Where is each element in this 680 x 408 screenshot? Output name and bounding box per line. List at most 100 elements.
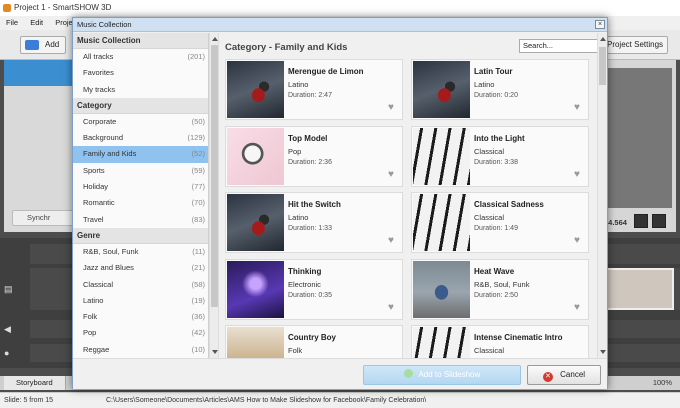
heart-icon[interactable]: ♥ [386, 169, 396, 179]
track-card[interactable]: Country BoyFolkDuration: 2:27♥ [225, 325, 403, 358]
menu-file[interactable]: File [6, 18, 18, 27]
sidebar-item[interactable]: Background (129) [73, 130, 208, 146]
track-info: Thinking Electronic Duration: 0:35 [288, 267, 384, 299]
scroll-up-icon[interactable] [212, 37, 218, 41]
track-content: Category - Family and Kids Search... Mer… [221, 33, 607, 358]
sidebar-item-count: (77) [191, 182, 205, 192]
track-thumbnail [413, 194, 470, 251]
sidebar-item-label: Pop [83, 328, 97, 338]
sidebar-item[interactable]: Corporate (50) [73, 114, 208, 130]
track-thumbnail [413, 327, 470, 358]
sidebar-item-label: Romantic [83, 198, 115, 208]
sidebar-item[interactable]: Sports (59) [73, 163, 208, 179]
scroll-down-icon[interactable] [600, 350, 606, 354]
track-card[interactable]: Intense Cinematic IntroClassicalDuration… [411, 325, 589, 358]
status-path: C:\Users\Someone\Documents\Articles\AMS … [106, 397, 427, 404]
fullscreen-icon[interactable] [652, 214, 666, 228]
sidebar-item-label: Latino [83, 295, 104, 305]
content-scrollbar[interactable] [597, 33, 607, 358]
sidebar-item[interactable]: My tracks [73, 82, 208, 98]
sidebar: Music Collection All tracks (201) Favorites… [73, 33, 209, 358]
track-card[interactable]: Into the Light Classical Duration: 3:38 ♥ [411, 125, 589, 187]
app-titlebar: Project 1 - SmartSHOW 3D [0, 0, 680, 16]
sidebar-scrollbar[interactable] [209, 33, 219, 358]
sidebar-item-label: All tracks [83, 52, 114, 61]
music-collection-dialog: Music Collection × Music Collection All t… [72, 17, 608, 389]
track-genre: Latino [288, 80, 309, 89]
sidebar-item-count: (11) [192, 246, 205, 256]
project-settings-button[interactable]: Project Settings [602, 36, 668, 54]
scroll-up-icon[interactable] [600, 37, 606, 41]
heart-icon[interactable]: ♥ [386, 103, 396, 113]
track-duration: Duration: 1:33 [288, 225, 332, 232]
sidebar-item[interactable]: Family and Kids (52) [73, 146, 208, 163]
track-duration: Duration: 2:36 [288, 158, 332, 166]
audio-track-icon: ◀ [4, 324, 11, 334]
track-card[interactable]: Top Model Pop Duration: 2:36 ♥ [225, 125, 403, 187]
zoom-level: 100% [652, 378, 672, 387]
heart-icon[interactable]: ♥ [386, 302, 396, 312]
track-duration: Duration: 3:38 [474, 158, 518, 166]
sidebar-item-label: Classical [83, 279, 114, 289]
track-card[interactable]: Classical Sadness Classical Duration: 1:49… [411, 192, 589, 253]
track-title: Merengue de Limon [288, 67, 364, 76]
sidebar-item[interactable]: Holiday (77) [73, 179, 208, 195]
track-thumbnail [227, 327, 284, 358]
sidebar-item[interactable]: Favorites [73, 65, 208, 81]
sidebar-heading: Music Collection [73, 33, 208, 49]
sidebar-item[interactable]: Romantic (70) [73, 195, 208, 211]
add-to-slideshow-button[interactable]: Add to Slideshow [363, 365, 521, 385]
heart-icon[interactable]: ♥ [572, 103, 582, 113]
sidebar-item[interactable]: Pop (42) [73, 325, 208, 341]
track-title: Classical Sadness [474, 200, 544, 209]
snapshot-icon[interactable] [634, 214, 648, 228]
track-card[interactable]: Thinking Electronic Duration: 0:35 ♥ [225, 258, 403, 320]
heart-icon[interactable]: ♥ [572, 302, 582, 312]
sidebar-item[interactable]: Folk (36) [73, 309, 208, 325]
app-logo-icon [3, 4, 11, 12]
search-input[interactable]: Search... [519, 39, 601, 53]
scroll-down-icon[interactable] [212, 350, 218, 354]
sidebar-item[interactable]: Reggae (10) [73, 342, 208, 358]
heart-icon[interactable]: ♥ [572, 169, 582, 179]
track-card[interactable]: Hit the Switch Latino Duration: 1:33 ♥ [225, 192, 403, 253]
storyboard-tab[interactable]: Storyboard [4, 376, 66, 390]
menu-edit[interactable]: Edit [30, 18, 43, 27]
sync-button[interactable]: Synchr [12, 210, 74, 226]
track-title: Intense Cinematic Intro [474, 333, 563, 342]
track-card[interactable]: Merengue de Limon Latino Duration: 2:47 ♥ [225, 59, 403, 120]
track-grid: Merengue de Limon Latino Duration: 2:47 ♥ La… [225, 59, 597, 358]
track-title: Hit the Switch [288, 200, 341, 209]
sidebar-item-count: (50) [191, 116, 205, 126]
sidebar-item-count: (83) [191, 214, 205, 224]
track-title: Latin Tour [474, 67, 513, 76]
sidebar-item-label: Favorites [83, 68, 114, 78]
sidebar-item[interactable]: Latino (19) [73, 293, 208, 309]
sidebar-item-count: (36) [191, 312, 205, 322]
track-thumbnail [227, 194, 284, 251]
sidebar-item[interactable]: Classical (58) [73, 277, 208, 293]
track-genre: Classical [474, 213, 505, 222]
sidebar-item-label: Jazz and Blues [83, 263, 134, 273]
track-card[interactable]: Heat Wave R&B, Soul, Funk Duration: 2:50 ♥ [411, 258, 589, 320]
content-scroll-thumb[interactable] [599, 47, 606, 85]
heart-icon[interactable]: ♥ [386, 236, 396, 246]
sidebar-item[interactable]: All tracks (201) [73, 49, 208, 65]
sidebar-item[interactable]: Travel (83) [73, 212, 208, 228]
sidebar-scroll-thumb[interactable] [211, 45, 218, 307]
heart-icon[interactable]: ♥ [572, 236, 582, 246]
track-duration: Duration: 2:47 [288, 92, 332, 99]
sidebar-item[interactable]: Jazz and Blues (21) [73, 260, 208, 276]
sidebar-item[interactable]: R&B, Soul, Funk (11) [73, 244, 208, 260]
track-title: Heat Wave [474, 266, 515, 276]
track-genre: Folk [288, 346, 303, 355]
slide-thumbnail[interactable] [600, 268, 674, 310]
add-button[interactable]: Add [20, 36, 66, 54]
track-card[interactable]: Latin Tour Latino Duration: 0:20 ♥ [411, 59, 589, 120]
close-icon[interactable]: × [595, 20, 605, 29]
sidebar-item-count: (52) [191, 149, 205, 159]
sidebar-item-label: Family and Kids [83, 149, 137, 159]
add-photo-icon [25, 40, 39, 50]
cancel-button[interactable]: ✕ Cancel [527, 365, 601, 385]
app-preview-pane: 44.564 [600, 60, 676, 232]
